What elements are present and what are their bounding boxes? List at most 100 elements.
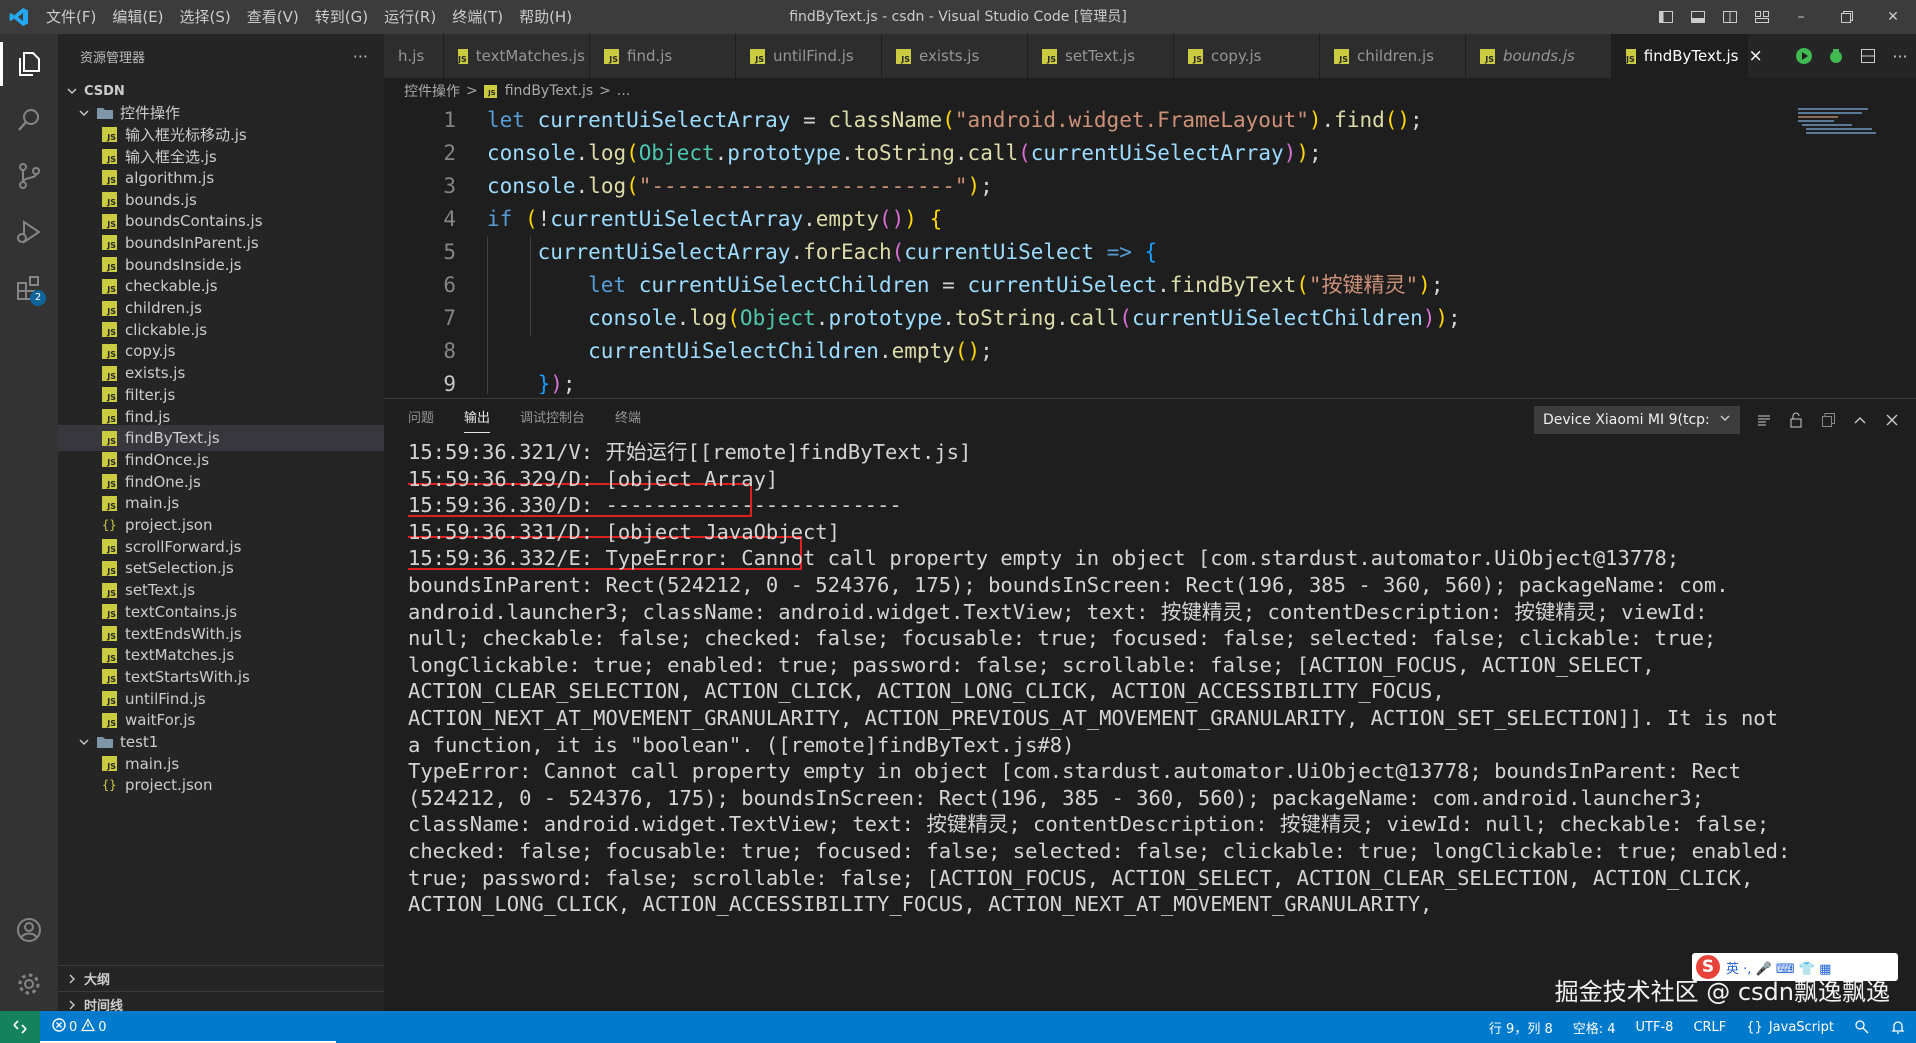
code-token: Object [638, 141, 715, 165]
close-icon[interactable]: × [1748, 46, 1762, 66]
breadcrumb-file[interactable]: findByText.js [505, 83, 593, 99]
problems-status[interactable]: 0 0 [52, 1018, 107, 1036]
close-button[interactable]: ✕ [1870, 0, 1916, 34]
menu-item[interactable]: 终端(T) [444, 0, 511, 34]
menu-item[interactable]: 编辑(E) [104, 0, 171, 34]
minimap[interactable] [1796, 104, 1916, 394]
search-icon[interactable] [0, 94, 58, 146]
editor-tab[interactable]: h.js [384, 34, 444, 78]
toggle-secondary-sidebar-icon[interactable] [1714, 0, 1746, 34]
editor-tab[interactable]: JS copy.js [1174, 34, 1320, 78]
json-file-icon: {} [102, 518, 117, 532]
output-scrollbar[interactable] [1902, 439, 1916, 1012]
run-debug-icon[interactable] [0, 206, 58, 258]
outline-section[interactable]: 大纲 [58, 965, 384, 991]
code-text: console.log("------------------------"); [487, 170, 993, 203]
chevron-down-icon [76, 105, 92, 121]
debug-device-icon[interactable] [1820, 34, 1852, 78]
toggle-sidebar-icon[interactable] [1650, 0, 1682, 34]
editor-tab[interactable]: JS bounds.js [1466, 34, 1612, 78]
customize-layout-icon[interactable] [1746, 0, 1778, 34]
editor-tab[interactable]: JS textMatches.js [444, 34, 590, 78]
source-control-icon[interactable] [0, 150, 58, 202]
breadcrumb: 控件操作 > JS findByText.js > ... [384, 78, 1916, 104]
minimize-button[interactable]: – [1778, 0, 1824, 34]
braces-icon: {} [1746, 1019, 1763, 1035]
output-line: className: android.widget.TextView; text… [408, 812, 1770, 837]
code-text: let currentUiSelectArray = className("an… [487, 104, 1423, 137]
code-editor[interactable]: 1 let currentUiSelectArray = className("a… [384, 104, 1904, 394]
output-log[interactable]: 15:59:36.321/V: 开始运行[[remote]findByText.… [408, 439, 1888, 1012]
editor-tab[interactable]: JS untilFind.js [736, 34, 882, 78]
panel-tab[interactable]: 问题 [408, 399, 434, 439]
indentation[interactable]: 空格: 4 [1573, 1018, 1616, 1037]
split-editor-icon[interactable] [1852, 34, 1884, 78]
close-panel-icon[interactable] [1876, 405, 1908, 435]
output-channel-select[interactable]: Device Xiaomi MI 9(tcp: [1534, 406, 1740, 434]
panel-tab[interactable]: 调试控制台 [520, 399, 585, 439]
restore-button[interactable] [1824, 0, 1870, 34]
menu-item[interactable]: 选择(S) [172, 0, 239, 34]
encoding[interactable]: UTF-8 [1636, 1020, 1674, 1035]
editor-tab[interactable]: JS setText.js [1028, 34, 1174, 78]
editor-tab[interactable]: JS exists.js [882, 34, 1028, 78]
code-text: console.log(Object.prototype.toString.ca… [487, 302, 1461, 335]
panel-tab[interactable]: 终端 [615, 399, 641, 439]
code-line: 4 if (!currentUiSelectArray.empty()) { [384, 203, 1784, 236]
feedback-icon[interactable] [1854, 1019, 1870, 1035]
tree-file-label: textContains.js [125, 602, 238, 621]
code-token: empty [891, 339, 955, 363]
code-token: forEach [803, 240, 892, 264]
code-text: currentUiSelectArray.forEach(currentUiSe… [487, 236, 1158, 269]
menu-item[interactable]: 运行(R) [376, 0, 444, 34]
ime-toolbar[interactable]: S 英 ·, 🎤 ⌨ 👕 ▦ [1692, 953, 1898, 981]
editor-tab[interactable]: JS find.js [590, 34, 736, 78]
breadcrumb-symbol[interactable]: ... [617, 83, 630, 99]
menu-item[interactable]: 帮助(H) [511, 0, 580, 34]
js-file-icon: JS [102, 647, 117, 663]
tree-file-label: clickable.js [125, 320, 208, 339]
cursor-position[interactable]: 行 9，列 8 [1489, 1018, 1553, 1037]
code-token: ; [1410, 108, 1423, 132]
code-token: ) [1296, 141, 1309, 165]
menu-item[interactable]: 转到(G) [307, 0, 376, 34]
code-token: className [828, 108, 943, 132]
code-token: currentUiSelect [967, 273, 1158, 297]
js-file-icon: JS [102, 560, 117, 576]
code-token: ) [1308, 108, 1322, 132]
breadcrumb-folder[interactable]: 控件操作 [404, 81, 460, 101]
code-token: log [588, 141, 627, 165]
tab-active[interactable]: JS findByText.js × [1612, 34, 1763, 78]
extensions-icon[interactable]: 2 [0, 262, 58, 314]
more-actions-icon[interactable]: ··· [1884, 34, 1916, 78]
end-of-line[interactable]: CRLF [1693, 1020, 1726, 1035]
js-file-icon: JS [102, 213, 117, 229]
accounts-icon[interactable] [0, 904, 58, 956]
js-file-icon: JS [102, 691, 117, 707]
language-mode[interactable]: {} JavaScript [1746, 1020, 1834, 1035]
editor-tab[interactable]: JS children.js [1320, 34, 1466, 78]
notifications-bell-icon[interactable] [1890, 1019, 1906, 1035]
settings-gear-icon[interactable] [0, 958, 58, 1010]
toggle-panel-icon[interactable] [1682, 0, 1714, 34]
code-token: prototype [727, 141, 842, 165]
tree-file[interactable]: {} project.json [58, 772, 384, 798]
js-file-icon: JS [102, 322, 117, 338]
lock-scroll-icon[interactable] [1780, 405, 1812, 435]
code-token: ( [727, 306, 740, 330]
menu-item[interactable]: 文件(F) [38, 0, 104, 34]
tree-file-label: project.json [125, 776, 213, 795]
maximize-panel-icon[interactable] [1844, 405, 1876, 435]
run-icon[interactable] [1788, 34, 1820, 78]
code-token: toString [853, 141, 955, 165]
code-token: "按键精灵" [1308, 273, 1419, 297]
menu-item[interactable]: 查看(V) [239, 0, 307, 34]
explorer-icon[interactable] [0, 38, 58, 90]
clear-output-icon[interactable] [1748, 405, 1780, 435]
remote-icon[interactable] [0, 1011, 40, 1043]
chevron-right-icon: > [599, 83, 611, 99]
open-log-icon[interactable] [1812, 405, 1844, 435]
panel-tab[interactable]: 输出 [464, 399, 491, 439]
more-actions-icon[interactable]: ··· [353, 47, 368, 66]
tree-file-label: setSelection.js [125, 559, 234, 578]
